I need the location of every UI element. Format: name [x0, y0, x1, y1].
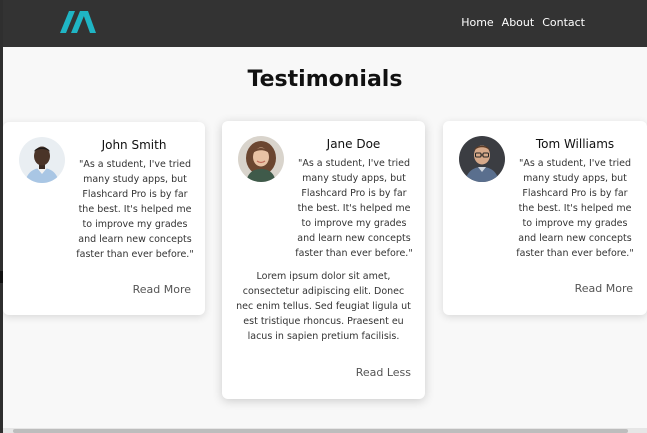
avatar	[19, 137, 65, 183]
testimonial-quote: "As a student, I've tried many study app…	[516, 158, 634, 259]
avatar	[238, 136, 284, 182]
horizontal-scrollbar[interactable]	[3, 428, 647, 433]
read-less-link[interactable]: Read Less	[356, 366, 411, 379]
navbar: Home About Contact	[3, 0, 647, 47]
nav-link-contact[interactable]: Contact	[542, 16, 585, 29]
testimonial-name: Tom Williams	[535, 137, 615, 151]
scrollbar-thumb[interactable]	[13, 429, 628, 433]
testimonial-name: Jane Doe	[326, 137, 381, 151]
testimonial-card: Tom Williams "As a student, I've tried m…	[443, 121, 647, 315]
nav-link-home[interactable]: Home	[461, 16, 493, 29]
nav-link-about[interactable]: About	[502, 16, 535, 29]
page: Home About Contact Testimonials John Smi…	[3, 0, 647, 433]
read-more-link[interactable]: Read More	[133, 283, 191, 296]
testimonial-card: John Smith "As a student, I've tried man…	[3, 122, 205, 315]
testimonial-quote: "As a student, I've tried many study app…	[76, 159, 194, 260]
testimonial-name: John Smith	[101, 138, 167, 152]
testimonial-quote: "As a student, I've tried many study app…	[295, 158, 413, 259]
avatar	[459, 136, 505, 182]
main-nav: Home About Contact	[461, 16, 585, 29]
read-more-link[interactable]: Read More	[575, 282, 633, 295]
logo-icon[interactable]	[60, 11, 96, 33]
testimonial-card: Jane Doe "As a student, I've tried many …	[222, 121, 425, 399]
testimonial-expanded-text: Lorem ipsum dolor sit amet, consectetur …	[236, 271, 411, 342]
section-title: Testimonials	[247, 67, 403, 92]
